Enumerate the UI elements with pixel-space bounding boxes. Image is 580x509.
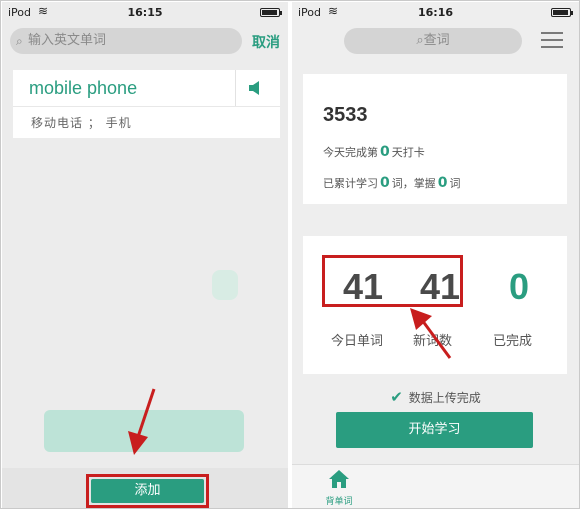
red-arrow-icon (410, 308, 452, 359)
completed-count: 0 (509, 266, 530, 307)
word-text: mobile phone (29, 78, 138, 98)
checkin-prefix: 今天完成第 (323, 146, 378, 159)
status-bar: iPod ≋ 16:15 (2, 2, 288, 22)
checkin-line: 今天完成第 0 天打卡 (323, 144, 425, 160)
start-learning-button[interactable]: 开始学习 (336, 412, 533, 448)
card-divider (13, 106, 280, 107)
learned-line: 已累计学习 0 词，掌握 0 词 (323, 175, 461, 191)
speaker-icon (249, 81, 259, 95)
learned-mid: 词，掌握 (391, 177, 436, 190)
pronounce-button[interactable] (235, 70, 280, 106)
total-words: 3533 (323, 104, 368, 126)
highlight-box-add (86, 474, 209, 508)
menu-icon[interactable] (541, 32, 563, 48)
word-result-card[interactable]: mobile phone 移动电话 ； 手机 (13, 70, 280, 138)
word-search-input[interactable]: ⌕ 输入英文单词 (10, 28, 242, 54)
tab-memorize-words[interactable]: 背单词 (324, 469, 354, 507)
today-words-label: 今日单词 (331, 334, 384, 349)
tab-bar: 背单词 (292, 464, 579, 508)
completed-label: 已完成 (493, 334, 533, 349)
phone-study-screen: iPod ≋ 16:16 ⌕查词 3533 今天完成第 0 天打卡 已累计学习 0 词，… (292, 2, 579, 508)
screenshot-frame: iPod ≋ 16:15 ⌕ 输入英文单词 取消 mobile phone 移动… (0, 0, 580, 509)
status-time: 16:15 (127, 6, 163, 19)
battery-icon (260, 8, 282, 17)
learned-prefix: 已累计学习 (323, 177, 378, 190)
lookup-search-button[interactable]: ⌕查词 (344, 28, 522, 54)
checkin-suffix: 天打卡 (391, 146, 425, 159)
cancel-button[interactable]: 取消 (252, 32, 280, 52)
word-meaning: 移动电话 ； 手机 (31, 116, 132, 130)
home-icon (329, 470, 349, 488)
progress-card: 3533 今天完成第 0 天打卡 已累计学习 0 词，掌握 0 词 (303, 74, 567, 204)
phone-search-screen: iPod ≋ 16:15 ⌕ 输入英文单词 取消 mobile phone 移动… (2, 2, 288, 508)
upload-status-text: 数据上传完成 (408, 391, 481, 405)
check-icon: ✔ (390, 388, 403, 406)
checkin-days: 0 (380, 144, 390, 160)
status-time: 16:16 (417, 6, 453, 19)
red-arrow-icon (128, 388, 156, 455)
blurred-element (212, 270, 238, 300)
learned-count: 0 (380, 175, 390, 191)
upload-status: ✔ 数据上传完成 (292, 388, 579, 406)
search-icon: ⌕ (416, 33, 424, 48)
learned-suffix: 词 (449, 177, 461, 190)
search-placeholder: 输入英文单词 (28, 33, 107, 48)
mastered-count: 0 (437, 175, 448, 191)
highlight-box-counts (322, 255, 463, 307)
search-label: 查词 (423, 33, 450, 48)
search-icon: ⌕ (16, 34, 23, 48)
battery-icon (551, 8, 573, 17)
status-bar: iPod ≋ 16:16 (292, 2, 579, 22)
tab-label: 背单词 (325, 497, 353, 507)
